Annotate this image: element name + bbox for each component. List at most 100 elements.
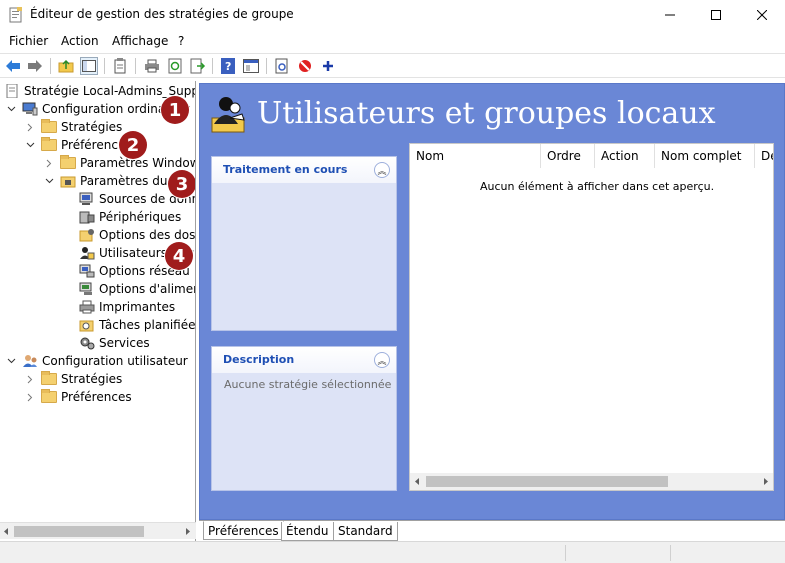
policy-document-icon — [6, 84, 18, 98]
toolbar-separator — [135, 58, 136, 74]
forward-icon — [28, 60, 42, 72]
column-header-description[interactable]: De — [755, 144, 773, 168]
export-icon — [190, 58, 206, 74]
empty-list-message: Aucun élément à afficher dans cet aperçu… — [480, 180, 715, 193]
window-title: Éditeur de gestion des stratégies de gro… — [30, 7, 294, 21]
scroll-right-icon[interactable] — [185, 527, 191, 536]
tree-label: Paramètres Windows — [80, 156, 196, 170]
help-button[interactable]: ? — [219, 57, 237, 75]
properties-button[interactable] — [111, 57, 129, 75]
menu-fichier[interactable]: Fichier — [9, 34, 48, 48]
column-header-action[interactable]: Action — [595, 144, 655, 168]
tree-label: Services — [99, 336, 150, 350]
export-list-button[interactable] — [189, 57, 207, 75]
scroll-left-icon[interactable] — [3, 527, 9, 536]
tree-item-strategies-user[interactable]: Stratégies — [25, 370, 122, 388]
tree-item-services[interactable]: Services — [79, 334, 150, 352]
tree-horizontal-scrollbar[interactable] — [0, 522, 196, 539]
collapse-chevron-icon[interactable] — [25, 140, 35, 150]
minimize-button[interactable] — [647, 0, 693, 30]
expand-chevron-icon[interactable] — [25, 122, 35, 132]
scroll-right-icon[interactable] — [763, 477, 769, 486]
column-header-ordre[interactable]: Ordre — [541, 144, 595, 168]
console-icon — [243, 59, 259, 73]
minimize-icon — [665, 14, 675, 16]
data-sources-icon — [79, 192, 93, 205]
page-title: Utilisateurs et groupes locaux — [257, 96, 716, 131]
toolbar-separator — [50, 58, 51, 74]
stop-button[interactable] — [296, 57, 314, 75]
refresh-button[interactable] — [166, 57, 184, 75]
collapse-chevron-icon[interactable] — [44, 176, 54, 186]
status-divider — [670, 545, 671, 561]
processing-panel-title: Traitement en cours — [223, 163, 348, 176]
status-bar — [0, 541, 785, 563]
description-panel-title: Description — [223, 353, 295, 366]
expand-chevron-icon[interactable] — [44, 158, 54, 168]
status-divider — [565, 545, 566, 561]
maximize-button[interactable] — [693, 0, 739, 30]
devices-icon — [79, 211, 95, 224]
collapse-chevron-icon[interactable] — [6, 356, 16, 366]
tree-item-preferences-computer[interactable]: Préférences — [25, 136, 132, 154]
back-button[interactable] — [4, 57, 22, 75]
tree-item-devices[interactable]: Périphériques — [79, 208, 181, 226]
tab-preferences[interactable]: Préférences — [203, 521, 284, 540]
close-icon — [757, 10, 767, 20]
column-header-nom[interactable]: Nom — [410, 144, 541, 168]
collapse-chevron-icon[interactable] — [6, 104, 16, 114]
view-tabs: Préférences Étendu Standard — [199, 520, 785, 541]
local-users-icon — [80, 247, 95, 260]
annotation-badge-1: 1 — [161, 96, 189, 124]
items-list-view[interactable]: Nom Ordre Action Nom complet De Aucun él… — [409, 143, 774, 491]
folder-options-icon — [79, 229, 94, 242]
folder-icon — [41, 119, 57, 134]
collapse-double-chevron-icon[interactable]: ︽ — [374, 162, 390, 178]
tree-item-strategies-computer[interactable]: Stratégies — [25, 118, 122, 136]
tree-item-scheduled-tasks[interactable]: Tâches planifiées — [79, 316, 196, 334]
menu-help[interactable]: ? — [178, 34, 184, 48]
tree-pane: Stratégie Local-Admins_Suppr [ Configura… — [0, 81, 196, 541]
console-button[interactable] — [242, 57, 260, 75]
processing-panel-header[interactable]: Traitement en cours ︽ — [212, 157, 396, 183]
column-header-nom-complet[interactable]: Nom complet — [655, 144, 755, 168]
edit-button[interactable] — [273, 57, 291, 75]
description-text: Aucune stratégie sélectionnée — [224, 378, 392, 391]
menu-affichage[interactable]: Affichage — [112, 34, 168, 48]
tree-label: Stratégies — [61, 372, 123, 386]
tree-item-preferences-user[interactable]: Préférences — [25, 388, 132, 406]
forward-button[interactable] — [26, 57, 44, 75]
tree-item-power-options[interactable]: Options d'alimentation — [79, 280, 195, 298]
up-folder-button[interactable] — [57, 57, 75, 75]
toolbar-separator — [212, 58, 213, 74]
folder-icon — [41, 389, 57, 404]
show-hide-tree-button[interactable] — [80, 57, 98, 75]
expand-chevron-icon[interactable] — [25, 392, 35, 402]
list-horizontal-scrollbar[interactable] — [410, 473, 773, 490]
tree-item-user-config[interactable]: Configuration utilisateur — [6, 352, 188, 370]
local-users-large-icon — [211, 97, 245, 133]
tree-label: Tâches planifiées — [99, 318, 196, 332]
scrollbar-thumb[interactable] — [426, 476, 668, 487]
printer-icon — [79, 300, 95, 314]
gpo-editor-icon — [9, 7, 22, 23]
tab-standard[interactable]: Standard — [333, 522, 398, 541]
collapse-double-chevron-icon[interactable]: ︽ — [374, 352, 390, 368]
expand-chevron-icon[interactable] — [25, 374, 35, 384]
folder-icon — [41, 371, 57, 386]
add-button[interactable] — [319, 57, 337, 75]
tab-etendu[interactable]: Étendu — [281, 522, 334, 541]
print-button[interactable] — [143, 57, 161, 75]
description-panel-header[interactable]: Description ︽ — [212, 347, 396, 373]
scroll-left-icon[interactable] — [414, 477, 420, 486]
scrollbar-thumb[interactable] — [14, 526, 144, 537]
menu-action[interactable]: Action — [61, 34, 99, 48]
tree-label: Configuration utilisateur — [42, 354, 188, 368]
back-icon — [6, 60, 20, 72]
tree-item-windows-settings[interactable]: Paramètres Windows — [44, 154, 196, 172]
close-button[interactable] — [739, 0, 785, 30]
services-gear-icon — [80, 337, 95, 350]
annotation-badge-2: 2 — [119, 131, 147, 159]
tree-item-printers[interactable]: Imprimantes — [79, 298, 175, 316]
annotation-badge-4: 4 — [165, 242, 193, 270]
